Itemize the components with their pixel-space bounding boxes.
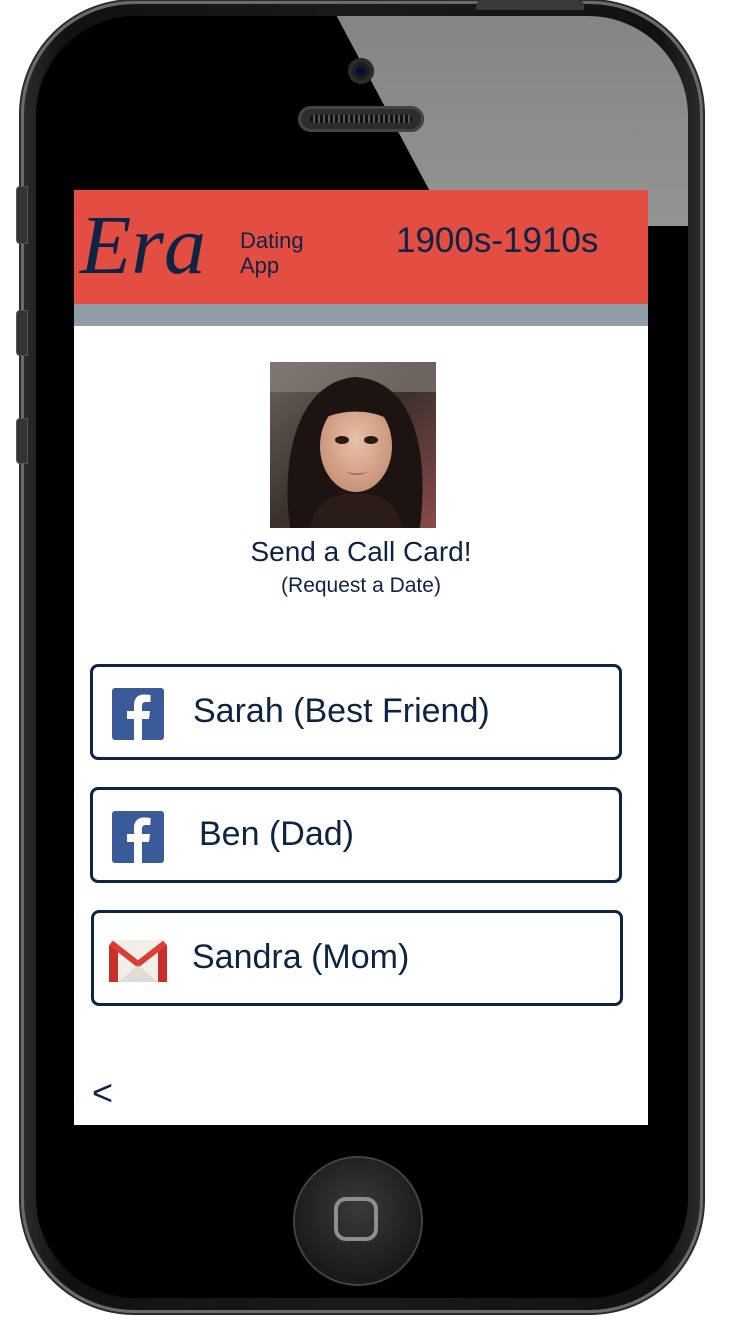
app-header: Era Dating App 1900s-1910s — [74, 190, 648, 304]
home-button[interactable] — [295, 1158, 421, 1284]
header-subbar — [74, 304, 648, 326]
contact-name: Sarah (Best Friend) — [193, 692, 490, 730]
contact-button-ben[interactable]: Ben (Dad) — [90, 787, 622, 883]
app-screen: Era Dating App 1900s-1910s Send a Call C… — [74, 190, 648, 1125]
logo-sub-line1: Dating — [240, 228, 304, 253]
call-card-title: Send a Call Card! — [250, 536, 472, 567]
profile-photo — [270, 362, 436, 528]
logo-sub-line2: App — [240, 253, 280, 278]
facebook-icon — [112, 811, 164, 863]
contact-button-sandra[interactable]: Sandra (Mom) — [91, 910, 623, 1006]
volume-up-button — [16, 310, 28, 356]
back-button[interactable]: < — [92, 1072, 113, 1114]
earpiece-speaker — [298, 106, 424, 132]
contact-button-sarah[interactable]: Sarah (Best Friend) — [90, 664, 622, 760]
profile-photo-image — [270, 362, 436, 528]
facebook-icon — [112, 688, 164, 740]
home-square-icon — [334, 1197, 378, 1241]
contact-name: Sandra (Mom) — [192, 938, 410, 976]
app-logo-subtitle: Dating App — [240, 228, 304, 278]
contact-name: Ben (Dad) — [199, 815, 354, 853]
front-camera — [348, 58, 374, 84]
volume-down-button — [16, 418, 28, 464]
power-button — [476, 0, 584, 10]
call-card-subtitle: (Request a Date) — [281, 574, 441, 597]
app-logo: Era — [80, 199, 206, 292]
gmail-icon — [106, 937, 170, 985]
era-range-label: 1900s-1910s — [396, 221, 599, 260]
mute-switch — [16, 186, 28, 244]
